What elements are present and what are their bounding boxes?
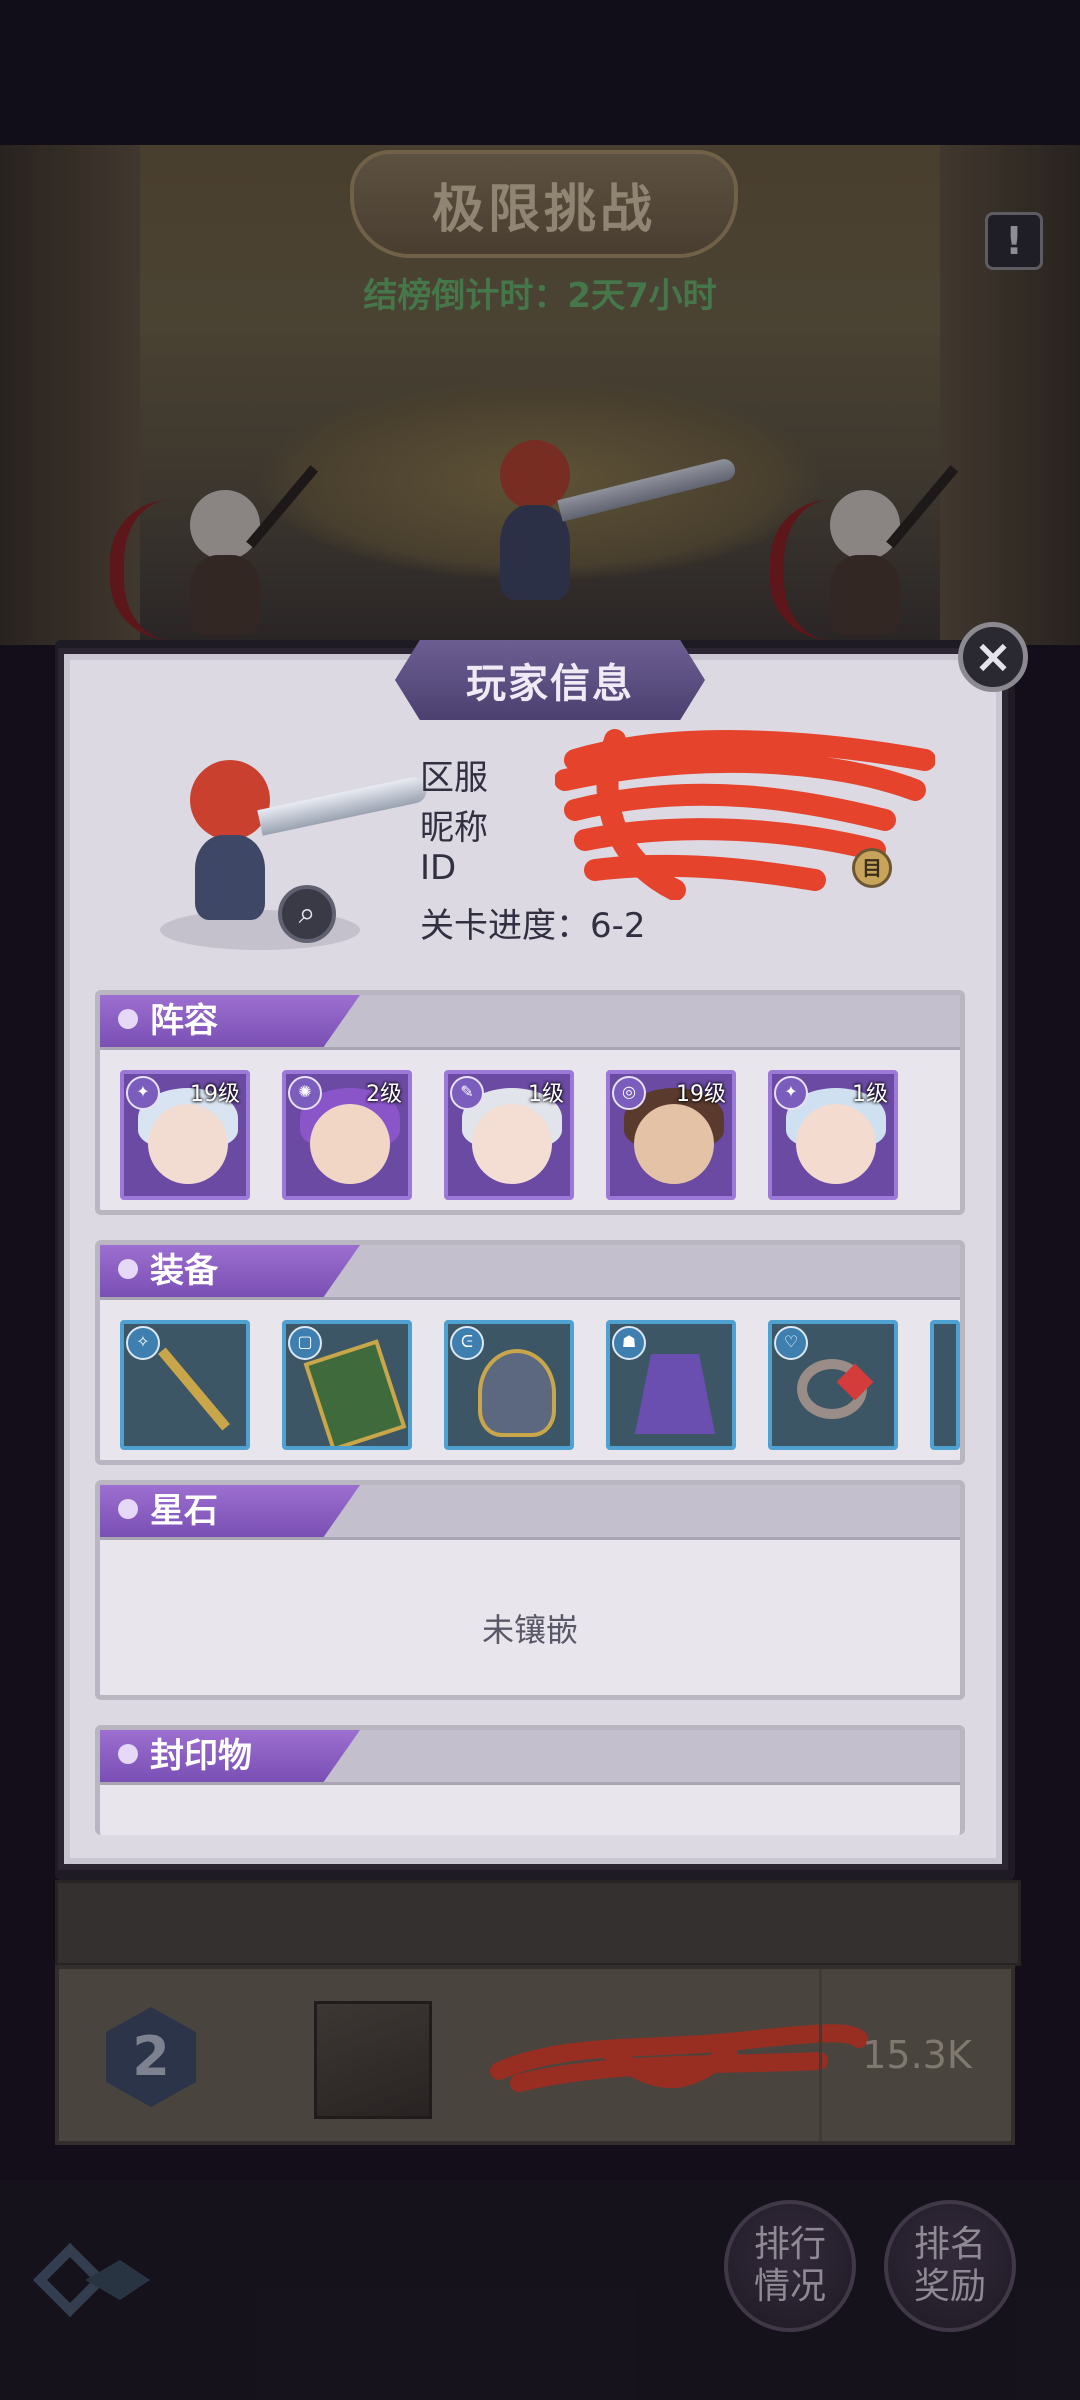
- ranking-status-button[interactable]: 排行 情况: [724, 2200, 856, 2332]
- equip-book[interactable]: ▢: [282, 1320, 412, 1450]
- equip-helmet[interactable]: ᕮ: [444, 1320, 574, 1450]
- podium-hero-right[interactable]: [770, 460, 970, 640]
- ranking-reward-label-1: 排名: [913, 2224, 986, 2265]
- lineup-hero-5[interactable]: ✦ 1级: [768, 1070, 898, 1200]
- hero-level: 19级: [190, 1082, 240, 1107]
- class-icon: ✦: [126, 1076, 160, 1110]
- id-label: ID: [420, 848, 457, 888]
- section-header: 装备: [100, 1245, 960, 1300]
- starstone-tab: 星石: [100, 1485, 360, 1537]
- equip-partial[interactable]: [930, 1320, 960, 1450]
- hero-level: 1级: [528, 1082, 564, 1107]
- lineup-hero-4[interactable]: ◎ 19级: [606, 1070, 736, 1200]
- section-header: 阵容: [100, 995, 960, 1050]
- rank-badge: 2: [106, 2007, 196, 2107]
- equipment-title: 装备: [150, 1251, 218, 1291]
- starstone-section: 星石 未镶嵌: [95, 1480, 965, 1700]
- challenge-title: 极限挑战: [350, 150, 738, 258]
- seal-title: 封印物: [150, 1736, 252, 1776]
- hero-level: 2级: [366, 1082, 402, 1107]
- class-icon: ♡: [774, 1326, 808, 1360]
- info-icon[interactable]: !: [985, 212, 1043, 270]
- class-icon: ✎: [450, 1076, 484, 1110]
- lineup-hero-3[interactable]: ✎ 1级: [444, 1070, 574, 1200]
- redaction-scribble: [490, 2024, 868, 2092]
- dialog-title-text: 玩家信息: [466, 661, 634, 707]
- podium-hero-center[interactable]: [460, 440, 740, 610]
- lineup-title: 阵容: [150, 1001, 218, 1041]
- lineup-tab: 阵容: [100, 995, 360, 1047]
- equip-ring[interactable]: ♡: [768, 1320, 898, 1450]
- my-ranking-row[interactable]: 2 15.3K: [55, 1965, 1015, 2145]
- seal-tab: 封印物: [100, 1730, 360, 1782]
- stage-progress: 关卡进度：6-2: [420, 906, 646, 946]
- back-logo-icon[interactable]: [30, 2240, 170, 2320]
- hero-level: 1级: [852, 1082, 888, 1107]
- podium-hero-left[interactable]: [110, 460, 320, 640]
- score-value: 15.3K: [819, 1969, 1012, 2141]
- class-icon: ✧: [126, 1326, 160, 1360]
- section-header: 星石: [100, 1485, 960, 1540]
- lineup-hero-2[interactable]: ✺ 2级: [282, 1070, 412, 1200]
- empty-slot-text: 未镶嵌: [481, 1611, 578, 1649]
- top-status-area: [0, 0, 1080, 145]
- ranking-reward-button[interactable]: 排名 奖励: [884, 2200, 1016, 2332]
- section-header: 封印物: [100, 1730, 960, 1785]
- server-label: 区服: [420, 758, 488, 798]
- magnify-icon[interactable]: ⌕: [278, 885, 336, 943]
- avatar: [314, 2001, 432, 2119]
- equipment-section: 装备 ✧ ▢ ᕮ ☗ ♡: [95, 1240, 965, 1465]
- class-icon: ✦: [774, 1076, 808, 1110]
- equip-cloak[interactable]: ☗: [606, 1320, 736, 1450]
- equip-staff[interactable]: ✧: [120, 1320, 250, 1450]
- class-icon: ✺: [288, 1076, 322, 1110]
- nickname-label: 昵称: [420, 808, 488, 848]
- class-icon: ᕮ: [450, 1326, 484, 1360]
- ranking-reward-label-2: 奖励: [913, 2266, 986, 2307]
- class-icon: ◎: [612, 1076, 646, 1110]
- class-icon: ☗: [612, 1326, 646, 1360]
- book-icon: [303, 1339, 407, 1446]
- ranking-row-partial: [55, 1880, 1021, 1966]
- helmet-icon: [478, 1349, 556, 1437]
- lineup-section: 阵容 ✦ 19级 ✺ 2级 ✎ 1级 ◎ 19级 ✦ 1级: [95, 990, 965, 1215]
- copy-id-icon[interactable]: 目: [852, 848, 892, 888]
- ranking-status-label-2: 情况: [753, 2266, 826, 2307]
- staff-icon: [158, 1347, 230, 1431]
- cloak-icon: [635, 1354, 715, 1434]
- seal-section: 封印物: [95, 1725, 965, 1835]
- dialog-title: 玩家信息: [395, 640, 705, 720]
- close-icon[interactable]: ×: [958, 622, 1028, 692]
- equipment-tab: 装备: [100, 1245, 360, 1297]
- class-icon: ▢: [288, 1326, 322, 1360]
- hero-level: 19级: [676, 1082, 726, 1107]
- ranking-status-label-1: 排行: [753, 2224, 826, 2265]
- starstone-title: 星石: [150, 1491, 218, 1531]
- lineup-hero-1[interactable]: ✦ 19级: [120, 1070, 250, 1200]
- countdown-text: 结榜倒计时：2天7小时: [363, 276, 717, 316]
